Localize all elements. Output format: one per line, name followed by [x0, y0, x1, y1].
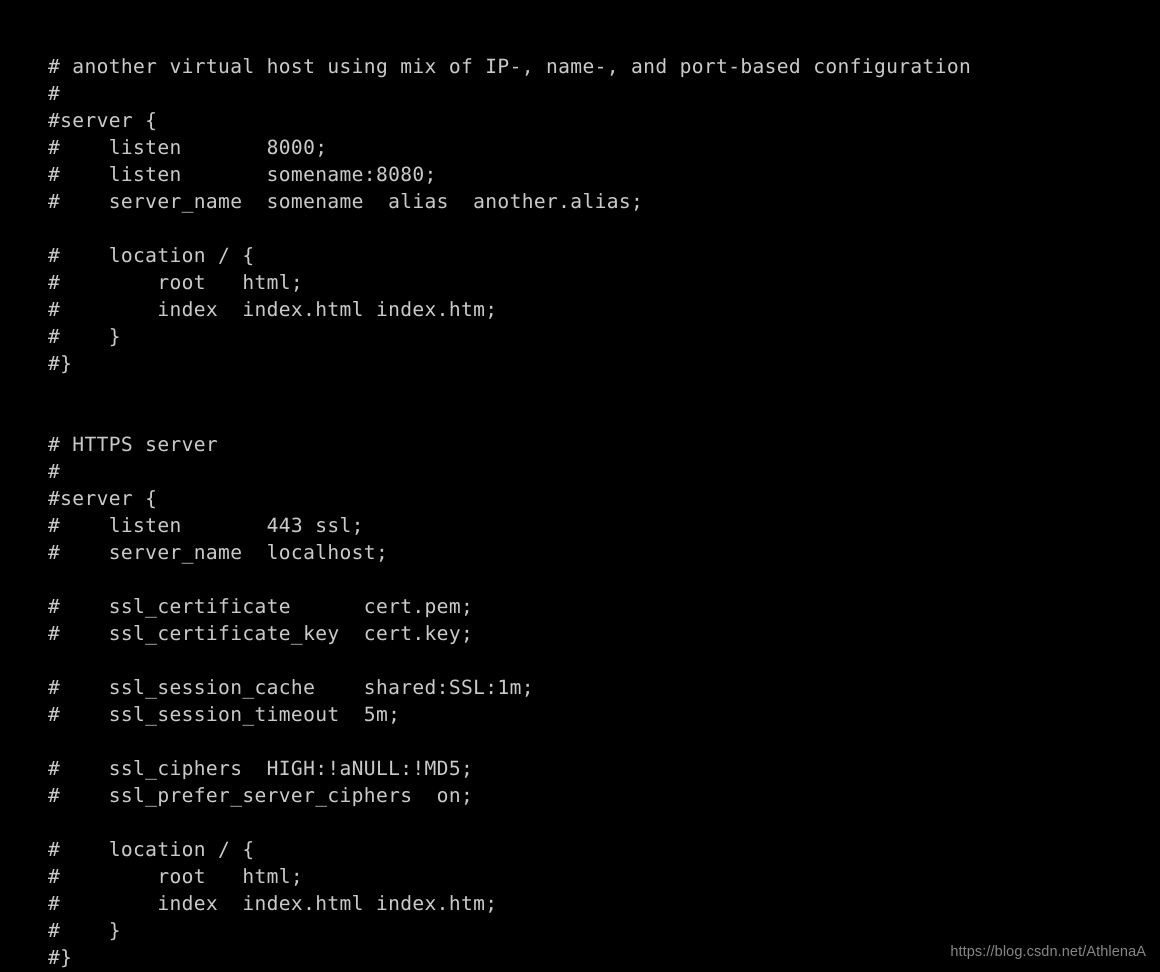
- code-line: #}: [48, 946, 73, 969]
- code-line: #: [48, 82, 61, 105]
- nginx-config-text: # another virtual host using mix of IP-,…: [48, 53, 971, 971]
- code-line: # ssl_ciphers HIGH:!aNULL:!MD5;: [48, 757, 474, 780]
- code-line: # listen 443 ssl;: [48, 514, 364, 537]
- code-line: #}: [48, 352, 73, 375]
- code-line: # location / {: [48, 244, 255, 267]
- code-line: # index index.html index.htm;: [48, 298, 498, 321]
- code-line: # HTTPS server: [48, 433, 219, 456]
- code-line: # server_name somename alias another.ali…: [48, 190, 644, 213]
- code-line: # ssl_prefer_server_ciphers on;: [48, 784, 474, 807]
- code-line: # ssl_session_timeout 5m;: [48, 703, 401, 726]
- code-line: # ssl_certificate cert.pem;: [48, 595, 474, 618]
- code-line: # }: [48, 325, 121, 348]
- code-line: #server {: [48, 487, 158, 510]
- code-line: # listen somename:8080;: [48, 163, 437, 186]
- code-line: # another virtual host using mix of IP-,…: [48, 55, 972, 78]
- code-line: # root html;: [48, 865, 304, 888]
- code-line: # }: [48, 919, 121, 942]
- code-line: #: [48, 460, 61, 483]
- code-line: # index index.html index.htm;: [48, 892, 498, 915]
- code-line: #server {: [48, 109, 158, 132]
- code-line: # listen 8000;: [48, 136, 328, 159]
- terminal-window[interactable]: # another virtual host using mix of IP-,…: [0, 0, 1160, 972]
- watermark-url: https://blog.csdn.net/AthlenaA: [950, 944, 1146, 960]
- code-line: # location / {: [48, 838, 255, 861]
- code-line: # ssl_session_cache shared:SSL:1m;: [48, 676, 534, 699]
- code-line: # server_name localhost;: [48, 541, 389, 564]
- code-line: # root html;: [48, 271, 304, 294]
- code-line: # ssl_certificate_key cert.key;: [48, 622, 474, 645]
